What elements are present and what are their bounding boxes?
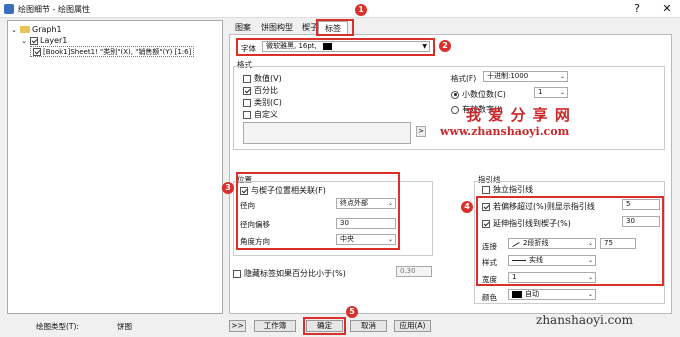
color-select[interactable]: 自动 ⌄ (508, 289, 596, 300)
collapse-icon[interactable]: ⌄ (20, 37, 28, 45)
custom-format-textarea[interactable] (243, 122, 411, 144)
format-item-category[interactable]: 类别(C) (243, 97, 282, 108)
watermark-title: 我 爱 分 享 网 (466, 106, 571, 124)
watermark-corner: zhanshaoyi.com (536, 313, 633, 327)
tab-pie-config[interactable]: 饼图构型 (255, 21, 299, 34)
watermark-url: www.zhanshaoyi.com (440, 125, 570, 138)
custom-checkbox[interactable] (243, 110, 251, 119)
format-item-percent[interactable]: 百分比 (243, 85, 278, 96)
decimal-label: 小数位数(C) (462, 90, 506, 99)
color-value: 自动 (525, 290, 539, 298)
folder-icon (20, 26, 30, 33)
decimal-radio[interactable] (451, 90, 459, 99)
step-badge-5: 5 (346, 306, 358, 318)
plot-tree: ⌄ Graph1 ⌄ Layer1 [Book1]Sheet1! "类别"(X)… (7, 20, 223, 314)
help-button[interactable]: ? (630, 2, 644, 16)
insert-arrow-button[interactable]: > (416, 126, 426, 137)
decimal-value: 1 (538, 88, 543, 96)
hide-checkbox[interactable] (233, 269, 241, 278)
highlight-box-leader (476, 196, 664, 286)
chevron-down-icon: ⌄ (559, 89, 565, 96)
hide-label: 隐藏标签如果百分比小于(%) (244, 269, 346, 278)
highlight-box-position (236, 172, 400, 250)
tree-label-layer: Layer1 (40, 36, 68, 45)
collapse-icon[interactable]: ⌄ (10, 26, 18, 34)
step-badge-2: 2 (439, 40, 451, 52)
ok-button[interactable]: 确定 (306, 320, 343, 332)
tree-item-graph[interactable]: ⌄ Graph1 (10, 24, 62, 35)
independent-leader-option[interactable]: 独立指引线 (482, 184, 533, 195)
decimal-option[interactable]: 小数位数(C) (451, 89, 506, 100)
title-bar: 绘图细节 - 绘图属性 ? ✕ (0, 0, 680, 18)
percent-label: 百分比 (254, 86, 278, 95)
expand-button[interactable]: >> (229, 320, 246, 332)
plot-checkbox[interactable] (33, 47, 41, 56)
decimal-select[interactable]: 1 ⌄ (534, 87, 568, 98)
highlight-box-font (236, 38, 435, 56)
category-checkbox[interactable] (243, 98, 251, 107)
layer-checkbox[interactable] (30, 36, 38, 45)
percent-checkbox[interactable] (243, 86, 251, 95)
step-badge-3: 3 (222, 182, 234, 194)
chevron-down-icon: ⌄ (587, 291, 593, 298)
tree-label-plot: [Book1]Sheet1! "类别"(X), "销售额"(Y) [1:6] (43, 47, 192, 56)
tab-pattern[interactable]: 图案 (229, 21, 257, 34)
value-checkbox[interactable] (243, 74, 251, 83)
hide-threshold-input[interactable]: 0.30 (396, 266, 432, 277)
hide-label-option[interactable]: 隐藏标签如果百分比小于(%) (233, 268, 346, 279)
apply-button[interactable]: 应用(A) (394, 320, 431, 332)
app-icon (4, 4, 14, 14)
highlight-box-tab (316, 19, 354, 36)
format-item-custom[interactable]: 自定义 (243, 109, 278, 120)
close-button[interactable]: ✕ (660, 2, 674, 16)
value-label: 数值(V) (254, 74, 282, 83)
chevron-down-icon: ⌄ (559, 73, 565, 80)
independent-checkbox[interactable] (482, 185, 490, 194)
category-label: 类别(C) (254, 98, 282, 107)
cancel-button[interactable]: 取消 (350, 320, 387, 332)
color-label: 颜色 (482, 293, 497, 302)
plot-type-label: 绘图类型(T): (36, 322, 79, 331)
window-title: 绘图细节 - 绘图属性 (18, 5, 90, 14)
color-swatch (512, 290, 522, 298)
format-type-label: 格式(F) (451, 74, 477, 83)
format-type-select[interactable]: 十进制:1000 ⌄ (483, 71, 568, 82)
independent-label: 独立指引线 (493, 185, 533, 194)
format-item-value[interactable]: 数值(V) (243, 73, 282, 84)
workbook-button[interactable]: 工作簿 (254, 320, 296, 332)
tree-item-layer[interactable]: ⌄ Layer1 (20, 35, 67, 46)
step-badge-4: 4 (461, 201, 473, 213)
format-type-value: 十进制:1000 (487, 72, 529, 80)
tree-label-graph: Graph1 (32, 25, 62, 34)
custom-label: 自定义 (254, 110, 278, 119)
tree-item-plot[interactable]: [Book1]Sheet1! "类别"(X), "销售额"(Y) [1:6] (30, 46, 195, 57)
plot-type-value: 饼图 (117, 322, 132, 331)
sig-digit-radio[interactable] (451, 105, 459, 114)
step-badge-1: 1 (355, 4, 367, 16)
